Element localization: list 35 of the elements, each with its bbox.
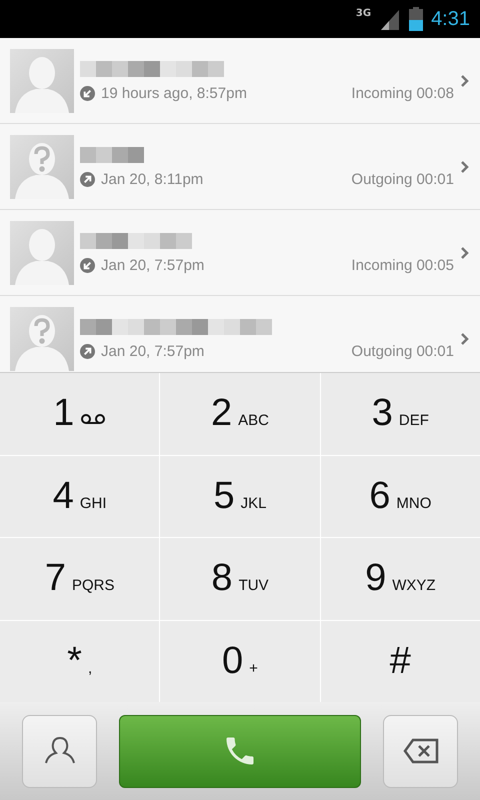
dial-key[interactable]: 9 WXYZ xyxy=(320,538,480,620)
clock-time: 4:31 xyxy=(431,8,470,30)
call-time: Jan 20, 7:57pm xyxy=(101,257,204,274)
call-time: Jan 20, 8:11pm xyxy=(101,171,204,188)
dial-key[interactable]: 3 DEF xyxy=(320,373,480,454)
chevron-right-icon[interactable] xyxy=(460,160,470,174)
dial-key[interactable]: 1 xyxy=(0,373,160,454)
contacts-button[interactable] xyxy=(22,714,97,788)
chevron-right-icon[interactable] xyxy=(460,246,470,260)
call-time: 19 hours ago, 8:57pm xyxy=(101,85,247,102)
dial-key[interactable]: 2 ABC xyxy=(160,373,320,454)
dial-key[interactable]: 5 JKL xyxy=(160,456,320,537)
call-time: Jan 20, 7:57pm xyxy=(101,343,204,360)
signal-icon xyxy=(379,8,402,30)
network-type: 3G xyxy=(356,8,372,19)
dial-key[interactable]: 4 GHI xyxy=(0,456,160,537)
chevron-right-icon[interactable] xyxy=(460,332,470,346)
call-detail: Outgoing 00:01 xyxy=(351,171,454,188)
call-button[interactable] xyxy=(119,714,361,788)
dial-key[interactable]: 8 TUV xyxy=(160,538,320,620)
blurred-name-drawing xyxy=(80,145,144,165)
chevron-right-icon[interactable] xyxy=(460,74,470,88)
backspace-icon xyxy=(402,738,438,764)
voicemail-icon xyxy=(80,412,106,425)
person-icon xyxy=(44,737,76,765)
battery-icon xyxy=(409,7,424,31)
call-detail: Incoming 00:08 xyxy=(351,85,454,102)
backspace-button[interactable] xyxy=(383,714,458,788)
dial-key[interactable]: # xyxy=(320,620,480,702)
dial-key[interactable]: 6 MNO xyxy=(320,456,480,537)
dial-key[interactable]: *, xyxy=(0,620,160,702)
call-detail: Incoming 00:05 xyxy=(351,257,454,274)
dial-key[interactable]: 0+ xyxy=(160,620,320,702)
dial-key[interactable]: 7 PQRS xyxy=(0,538,160,620)
call-detail: Outgoing 00:01 xyxy=(351,343,454,360)
